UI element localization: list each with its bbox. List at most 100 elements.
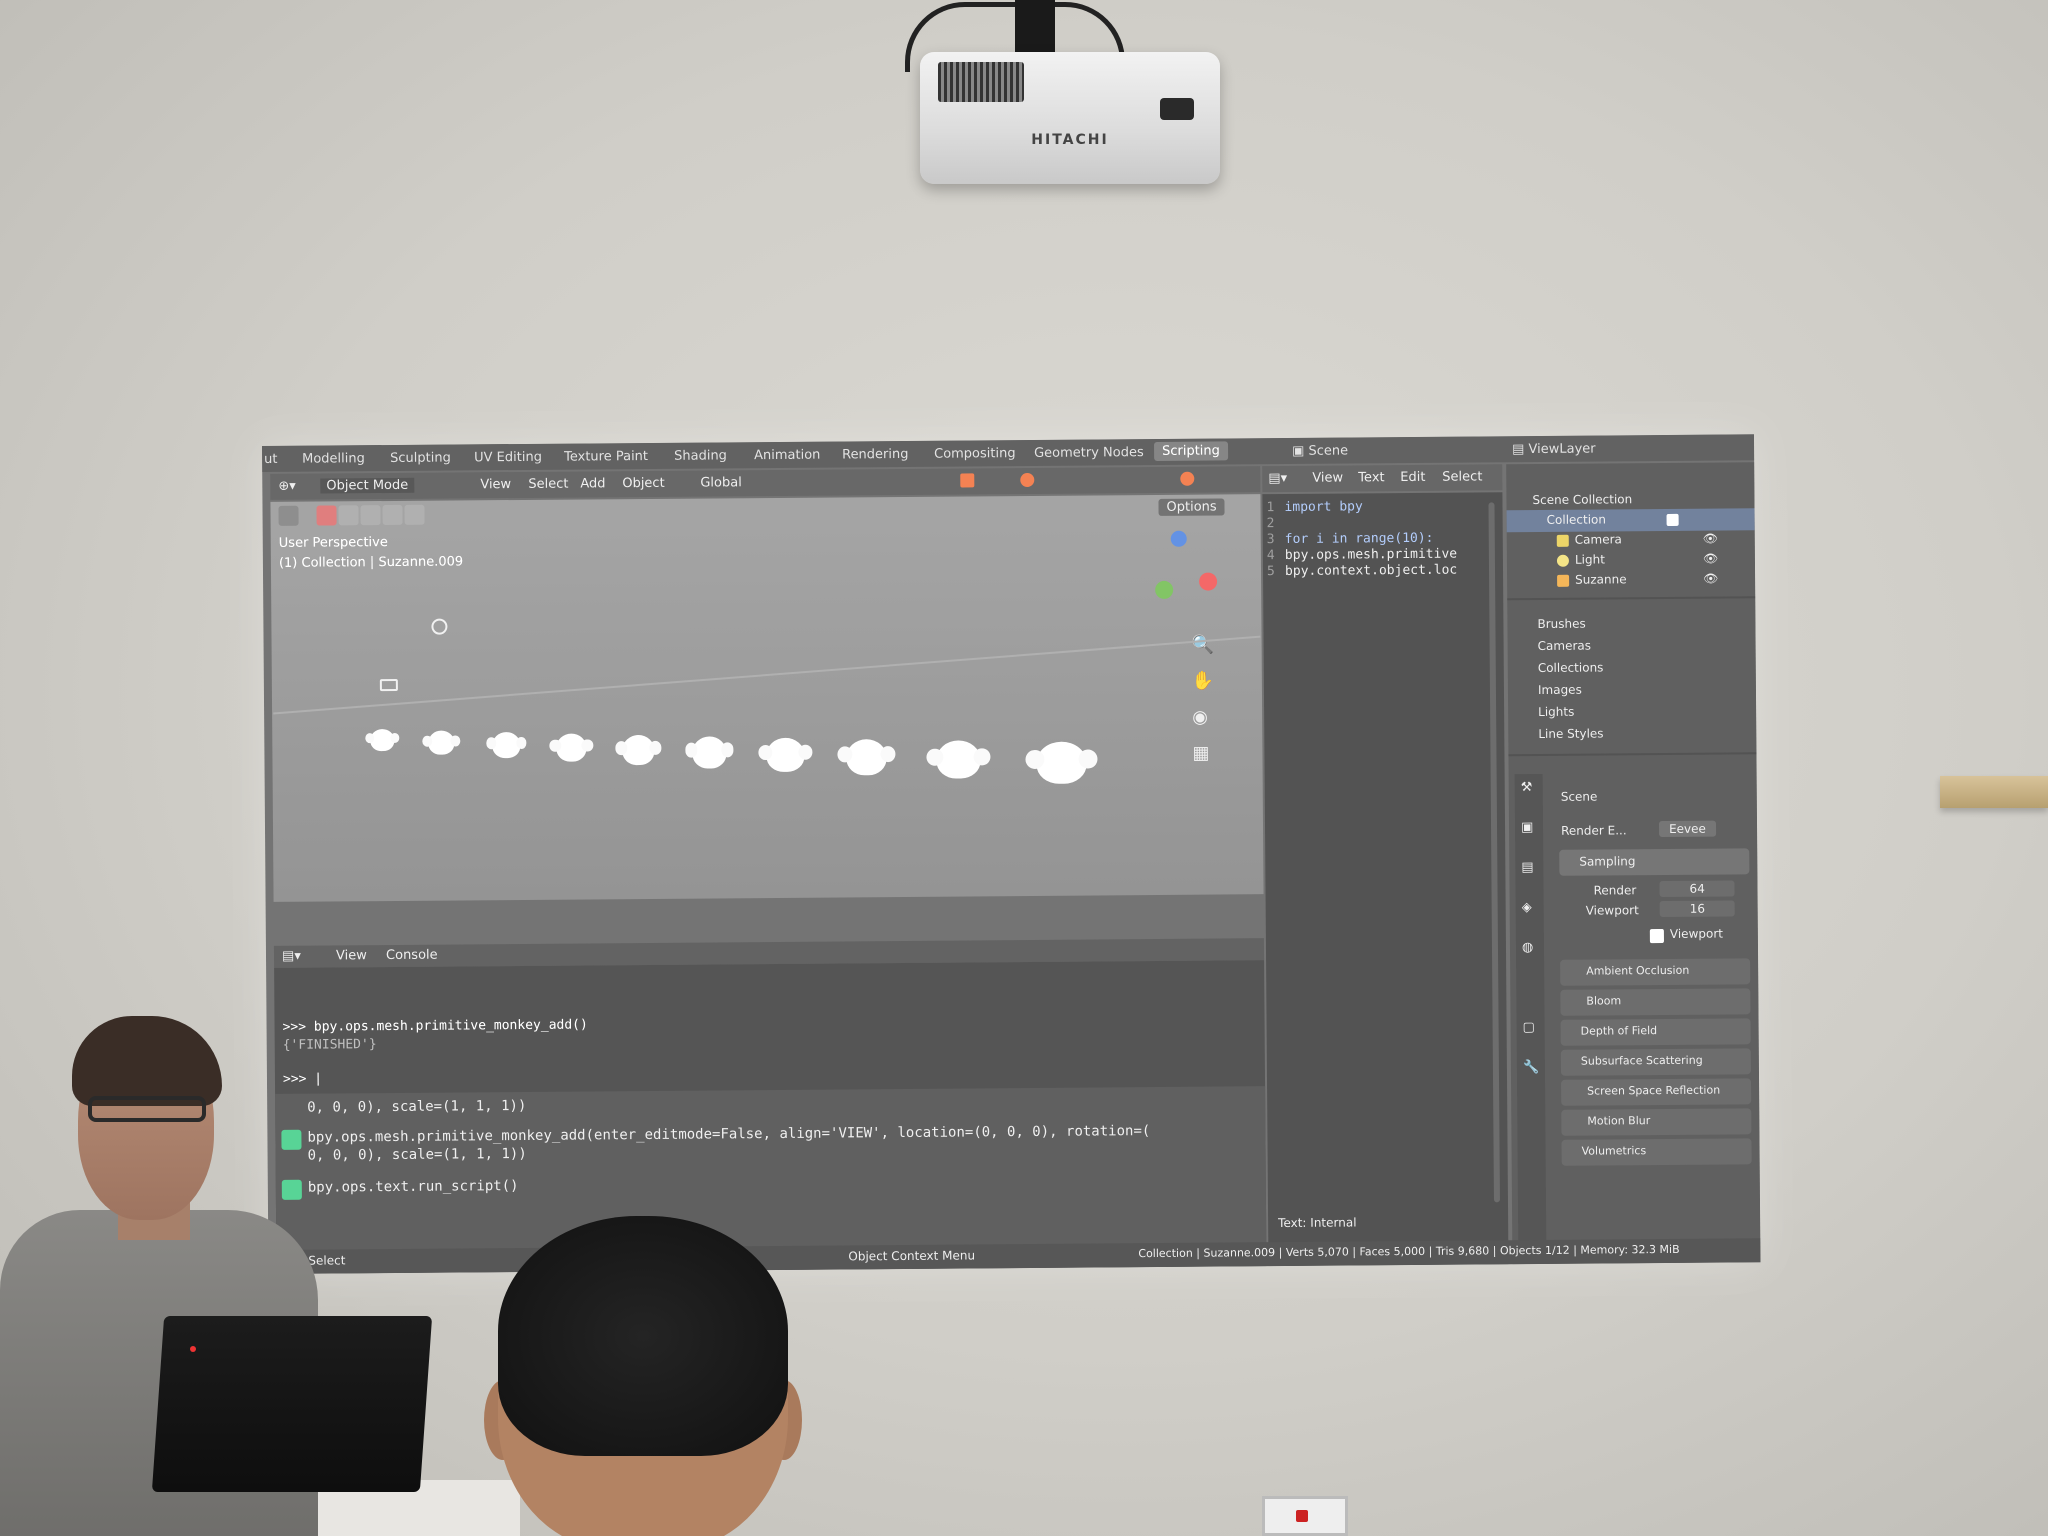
- blend-data-row[interactable]: Brushes: [1507, 612, 1755, 636]
- outliner-row[interactable]: Suzanne 👁: [1507, 568, 1755, 592]
- info-line: bpy.ops.text.run_script(): [307, 1178, 519, 1196]
- menu-object[interactable]: Object: [622, 476, 664, 491]
- tab-texture-paint[interactable]: Texture Paint: [564, 449, 648, 465]
- visibility-eye-icon[interactable]: 👁: [1703, 552, 1718, 566]
- monkey-mesh[interactable]: [492, 731, 521, 759]
- viewport-denoise-checkbox[interactable]: [1649, 929, 1664, 944]
- monkey-mesh[interactable]: [766, 737, 805, 773]
- pan-hand-icon[interactable]: ✋: [1192, 671, 1215, 692]
- render-engine-dropdown[interactable]: Eevee: [1658, 820, 1716, 838]
- collection-checkbox[interactable]: [1666, 513, 1679, 526]
- render-samples-field[interactable]: 64: [1659, 880, 1735, 898]
- monkey-mesh[interactable]: [846, 739, 887, 776]
- visibility-eye-icon[interactable]: 👁: [1703, 572, 1718, 586]
- mode-dropdown[interactable]: Object Mode: [320, 477, 415, 494]
- menu-view[interactable]: View: [480, 477, 511, 492]
- text-editor[interactable]: 1 import bpy 2 3 for i in range(10): 4 b…: [1262, 492, 1509, 1267]
- 3d-viewport[interactable]: Options User Perspective (1) Collection …: [270, 494, 1264, 902]
- orientation-dropdown[interactable]: Global: [700, 475, 742, 490]
- presenter-glasses: [88, 1096, 206, 1122]
- console-editor-type-icon[interactable]: ▤▾: [282, 949, 301, 964]
- monkey-mesh[interactable]: [556, 733, 587, 762]
- console-menu-view[interactable]: View: [336, 948, 367, 963]
- monkey-mesh-selected[interactable]: [1036, 741, 1087, 784]
- tab-rendering[interactable]: Rendering: [842, 447, 909, 463]
- select-subtract-icon[interactable]: [382, 504, 403, 526]
- te-menu-view[interactable]: View: [1312, 471, 1343, 486]
- gizmo-toggle-icon[interactable]: [960, 473, 975, 488]
- editor-type-icon[interactable]: ⊕▾: [278, 479, 296, 494]
- projector-mount: [1015, 0, 1055, 56]
- menu-add[interactable]: Add: [580, 476, 605, 491]
- text-editor-scrollbar[interactable]: [1488, 502, 1500, 1203]
- shading-solid-icon[interactable]: [1180, 471, 1195, 486]
- menu-select[interactable]: Select: [528, 477, 568, 492]
- volumetrics-panel[interactable]: Volumetrics: [1561, 1138, 1752, 1166]
- viewlayer-selector[interactable]: ▤ ViewLayer: [1512, 442, 1596, 458]
- te-menu-select[interactable]: Select: [1442, 469, 1482, 484]
- motion-blur-panel[interactable]: Motion Blur: [1561, 1108, 1752, 1136]
- perspective-grid-icon[interactable]: ▦: [1192, 743, 1209, 764]
- modifier-wrench-icon[interactable]: 🔧: [1523, 1060, 1539, 1075]
- output-tab-icon[interactable]: ▤: [1521, 860, 1533, 875]
- select-mode-icon[interactable]: [338, 505, 359, 526]
- blend-data-row[interactable]: Collections: [1508, 656, 1756, 680]
- camera-object-icon[interactable]: [379, 678, 398, 692]
- viewlayer-field: ViewLayer: [1528, 441, 1596, 458]
- tab-modelling[interactable]: Modelling: [302, 451, 365, 466]
- zoom-icon[interactable]: 🔍: [1192, 635, 1215, 656]
- tab-uv-editing[interactable]: UV Editing: [474, 450, 542, 466]
- tab-shading[interactable]: Shading: [674, 448, 727, 463]
- depth-of-field-panel[interactable]: Depth of Field: [1560, 1018, 1751, 1046]
- tab-compositing[interactable]: Compositing: [934, 446, 1016, 462]
- monkey-mesh[interactable]: [370, 728, 395, 752]
- subsurface-scattering-panel[interactable]: Subsurface Scattering: [1560, 1048, 1751, 1076]
- text-editor-type-icon[interactable]: ▤▾: [1268, 471, 1287, 486]
- gizmo-y-axis-icon[interactable]: [1155, 580, 1174, 599]
- socket-switch: [1296, 1510, 1308, 1522]
- monkey-mesh[interactable]: [692, 736, 727, 769]
- monkey-mesh[interactable]: [622, 734, 655, 766]
- tab-geometry-nodes[interactable]: Geometry Nodes: [1034, 445, 1144, 461]
- select-extend-icon[interactable]: [360, 505, 381, 526]
- select-box-icon[interactable]: [316, 505, 337, 526]
- scene-selector[interactable]: ▣ Scene: [1292, 443, 1348, 458]
- viewport-samples-field[interactable]: 16: [1659, 900, 1736, 918]
- console-menu-console[interactable]: Console: [386, 948, 438, 963]
- blend-data-row[interactable]: Line Styles: [1508, 722, 1756, 746]
- scene-tab-icon[interactable]: ◈: [1522, 900, 1532, 915]
- console-prompt[interactable]: >>> |: [283, 1072, 322, 1087]
- light-object-icon[interactable]: [431, 618, 448, 635]
- monkey-mesh[interactable]: [428, 730, 455, 755]
- tab-animation[interactable]: Animation: [754, 448, 820, 464]
- blend-data-row[interactable]: Images: [1508, 678, 1756, 702]
- blend-data-row[interactable]: Lights: [1508, 700, 1756, 724]
- tab-scripting[interactable]: Scripting: [1153, 441, 1228, 461]
- camera-view-icon[interactable]: ◉: [1192, 707, 1208, 728]
- tool-tab-icon[interactable]: ⚒: [1521, 780, 1533, 795]
- te-menu-edit[interactable]: Edit: [1400, 470, 1425, 485]
- screen-space-reflection-panel[interactable]: Screen Space Reflection: [1561, 1078, 1752, 1106]
- world-tab-icon[interactable]: ◍: [1522, 940, 1533, 955]
- overlay-toggle-icon[interactable]: [1020, 472, 1035, 488]
- tab-layout[interactable]: ut: [264, 452, 277, 467]
- object-tab-icon[interactable]: ▢: [1523, 1020, 1535, 1035]
- visibility-eye-icon[interactable]: 👁: [1703, 532, 1718, 546]
- tab-sculpting[interactable]: Sculpting: [390, 451, 451, 466]
- render-tab-icon[interactable]: ▣: [1521, 820, 1533, 835]
- ambient-occlusion-panel[interactable]: Ambient Occlusion: [1560, 958, 1751, 986]
- python-console[interactable]: >>> bpy.ops.mesh.primitive_monkey_add() …: [274, 960, 1267, 1274]
- code-line: for i in range(10):: [1284, 530, 1434, 547]
- blend-data-row[interactable]: Cameras: [1508, 634, 1756, 658]
- sampling-panel[interactable]: Sampling: [1559, 848, 1750, 876]
- te-menu-text[interactable]: Text: [1358, 470, 1384, 485]
- gizmo-x-axis-icon[interactable]: [1199, 572, 1218, 591]
- render-samples-label: Render: [1593, 883, 1637, 898]
- play-icon[interactable]: [278, 505, 299, 526]
- monkey-mesh[interactable]: [936, 740, 981, 779]
- select-intersect-icon[interactable]: [404, 504, 425, 525]
- bloom-panel[interactable]: Bloom: [1560, 988, 1751, 1016]
- options-dropdown[interactable]: Options: [1158, 498, 1225, 516]
- gizmo-z-axis-icon[interactable]: [1170, 530, 1187, 547]
- properties-tab-column: ⚒ ▣ ▤ ◈ ◍ ▢ 🔧: [1514, 773, 1547, 1255]
